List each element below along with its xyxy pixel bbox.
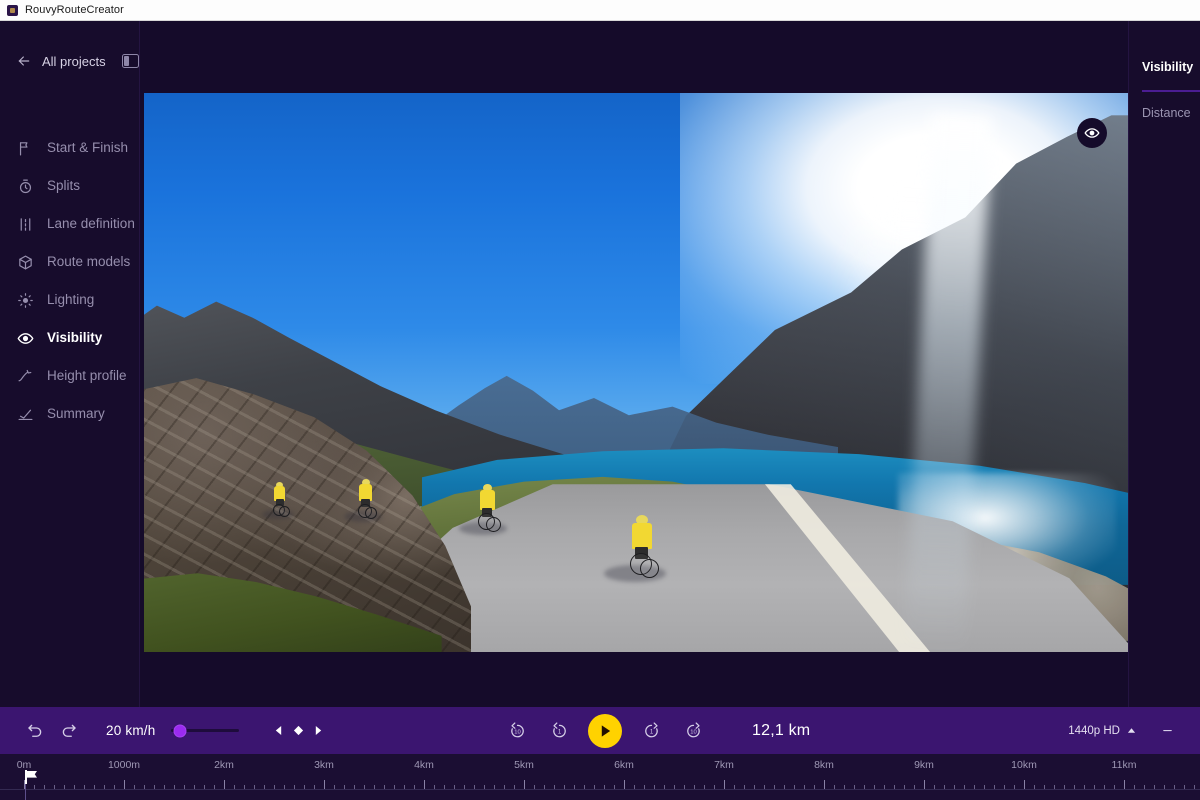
sidebar-item-label: Summary [47, 406, 105, 422]
redo-icon [62, 724, 76, 737]
minimize-button[interactable] [1150, 714, 1184, 748]
eye-icon [17, 332, 34, 344]
sidebar-item-splits[interactable]: Splits [0, 167, 139, 205]
ruler-label: 9km [914, 759, 934, 771]
ruler-baseline [0, 789, 1200, 790]
back-to-projects-label[interactable]: All projects [42, 54, 106, 69]
sidebar-item-label: Lane definition [47, 216, 135, 232]
ruler-label: 2km [214, 759, 234, 771]
road-icon [20, 217, 31, 231]
rewind-1-icon: 1 [552, 722, 566, 738]
sidebar-item-height-profile[interactable]: Height profile [0, 357, 139, 395]
sidebar-item-label: Height profile [47, 368, 127, 384]
start-flag-icon[interactable] [24, 770, 40, 784]
sidebar-nav: Start & Finish Splits Lane definition Ro… [0, 129, 139, 433]
quality-label: 1440p HD [1068, 724, 1120, 737]
play-icon [601, 724, 610, 737]
toolbar-left-group: 20 km/h [0, 714, 327, 748]
window-title: RouvyRouteCreator [25, 4, 124, 16]
ruler-label: 7km [714, 759, 734, 771]
left-sidebar: All projects Start & Finish Splits Lane … [0, 21, 140, 727]
sidebar-item-visibility[interactable]: Visibility [0, 319, 139, 357]
ruler-label: 10km [1011, 759, 1037, 771]
chevron-up-icon [1127, 728, 1136, 733]
svg-text:10: 10 [690, 729, 697, 735]
sun-icon [18, 292, 33, 308]
ruler-label: 8km [814, 759, 834, 771]
ruler-label: 3km [314, 759, 334, 771]
skip-back-1-button[interactable]: 1 [542, 714, 576, 748]
diamond-icon [293, 725, 304, 736]
peak-path-icon [18, 369, 32, 381]
eye-icon [1084, 128, 1100, 138]
app-icon [7, 4, 18, 16]
right-properties-panel: Visibility Distance [1128, 21, 1200, 727]
ruler-label: 11km [1111, 759, 1137, 771]
undo-icon [28, 724, 42, 737]
rewind-10-icon: 10 [510, 722, 524, 738]
sidebar-item-lighting[interactable]: Lighting [0, 281, 139, 319]
sidebar-item-label: Route models [47, 254, 131, 270]
skip-back-10-button[interactable]: 10 [500, 714, 534, 748]
sidebar-item-label: Visibility [47, 330, 103, 346]
play-button[interactable] [588, 713, 622, 748]
svg-text:10: 10 [514, 729, 521, 735]
window-title-bar: RouvyRouteCreator [0, 0, 1200, 21]
keyframe-add-button[interactable] [289, 719, 307, 743]
app-shell: All projects Start & Finish Splits Lane … [0, 21, 1200, 800]
cube-icon [19, 255, 32, 269]
svg-text:1: 1 [649, 729, 653, 735]
playback-toolbar: 20 km/h 10 1 1 10 12,1 km 1440p HD [0, 707, 1200, 754]
sidebar-item-summary[interactable]: Summary [0, 395, 139, 433]
panel-field-label-distance: Distance [1142, 106, 1191, 120]
forward-10-icon: 10 [686, 722, 700, 738]
check-line-icon [18, 409, 33, 420]
cyclist-second [459, 484, 508, 538]
toolbar-right-group: 1440p HD [1068, 707, 1184, 754]
quality-selector[interactable]: 1440p HD [1068, 725, 1136, 737]
ruler-label: 5km [514, 759, 534, 771]
sidebar-item-label: Start & Finish [47, 140, 129, 156]
keyframe-controls [269, 719, 327, 743]
stopwatch-icon [19, 179, 32, 193]
skip-forward-1-button[interactable]: 1 [634, 714, 668, 748]
cyclist-fourth [262, 481, 294, 522]
speed-slider[interactable] [171, 724, 240, 737]
sidebar-item-label: Lighting [47, 292, 95, 308]
flag-icon [19, 141, 28, 155]
ruler-label-row: 0m 1000m 2km 3km 4km 5km 6km 7km 8km 9km 10km 11km [0, 754, 1200, 800]
ruler-label: 1000m [107, 759, 141, 771]
skip-forward-10-button[interactable]: 10 [676, 714, 710, 748]
sidebar-header: All projects [0, 21, 139, 81]
caret-left-icon [275, 726, 282, 735]
ruler-label: 4km [414, 759, 434, 771]
keyframe-next-button[interactable] [309, 719, 327, 743]
ruler-label: 6km [614, 759, 634, 771]
undo-button[interactable] [18, 714, 52, 748]
sidebar-item-lane-definition[interactable]: Lane definition [0, 205, 139, 243]
keyframe-prev-button[interactable] [269, 719, 287, 743]
minus-icon [1162, 729, 1172, 732]
arrow-left-icon[interactable] [16, 53, 32, 69]
redo-button[interactable] [52, 714, 86, 748]
speed-slider-knob[interactable] [173, 724, 187, 737]
visibility-preview-toggle[interactable] [1077, 118, 1107, 148]
caret-right-icon [315, 726, 322, 735]
svg-text:1: 1 [557, 729, 561, 735]
toolbar-playback-group: 10 1 1 10 12,1 km [500, 707, 810, 754]
distance-timeline-ruler[interactable]: 0m 1000m 2km 3km 4km 5km 6km 7km 8km 9km 10km 11km [0, 754, 1200, 800]
panel-toggle-icon[interactable] [121, 54, 139, 68]
panel-title: Visibility [1142, 60, 1194, 74]
video-viewport[interactable] [144, 93, 1136, 652]
cyclist-third [344, 478, 383, 525]
sidebar-item-label: Splits [47, 178, 81, 194]
sidebar-item-route-models[interactable]: Route models [0, 243, 139, 281]
sidebar-item-start-finish[interactable]: Start & Finish [0, 129, 139, 167]
distance-readout: 12,1 km [752, 721, 811, 739]
forward-1-icon: 1 [644, 722, 658, 738]
cyclist-lead [604, 515, 667, 585]
speed-value: 20 km/h [106, 723, 156, 738]
